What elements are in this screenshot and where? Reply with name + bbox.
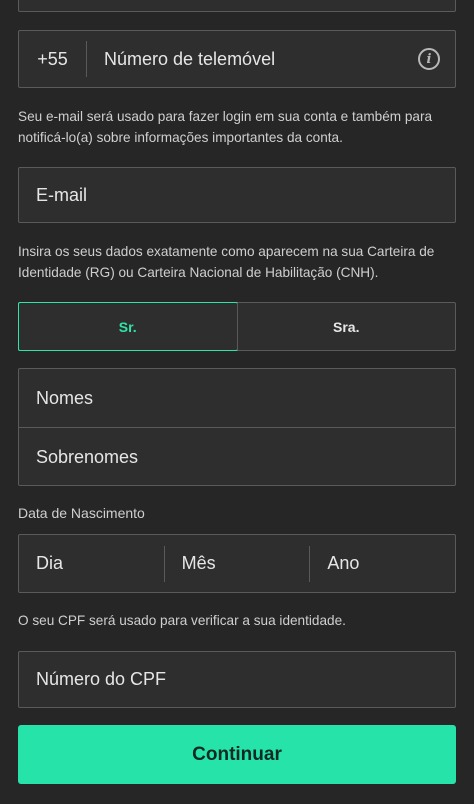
info-icon[interactable]: i	[418, 48, 440, 70]
previous-field[interactable]	[18, 0, 456, 12]
cpf-note: O seu CPF será usado para verificar a su…	[18, 613, 346, 628]
dob-year-input[interactable]: Ano	[309, 545, 455, 582]
name-fields: Nomes Sobrenomes	[18, 368, 456, 486]
dob-day-input[interactable]: Dia	[19, 546, 164, 582]
first-name-input[interactable]: Nomes	[19, 369, 455, 428]
phone-input[interactable]: Número de telemóvel	[87, 49, 418, 70]
id-note: Insira os seus dados exatamente como apa…	[18, 244, 435, 280]
continue-button[interactable]: Continuar	[18, 725, 456, 784]
title-option-sr[interactable]: Sr.	[18, 302, 238, 351]
title-option-sra[interactable]: Sra.	[236, 303, 456, 350]
email-note: Seu e-mail será usado para fazer login e…	[18, 109, 433, 145]
title-selector: Sr. Sra.	[18, 302, 456, 351]
last-name-input[interactable]: Sobrenomes	[19, 428, 455, 486]
registration-form: +55 Número de telemóvel i Seu e-mail ser…	[0, 0, 474, 804]
email-input[interactable]: E-mail	[18, 167, 456, 223]
country-code-selector[interactable]: +55	[19, 41, 87, 77]
dob-label: Data de Nascimento	[18, 505, 145, 521]
cpf-input[interactable]: Número do CPF	[18, 651, 456, 708]
phone-field[interactable]: +55 Número de telemóvel i	[18, 30, 456, 88]
dob-field: Dia Mês Ano	[18, 534, 456, 593]
dob-month-input[interactable]: Mês	[163, 545, 310, 582]
